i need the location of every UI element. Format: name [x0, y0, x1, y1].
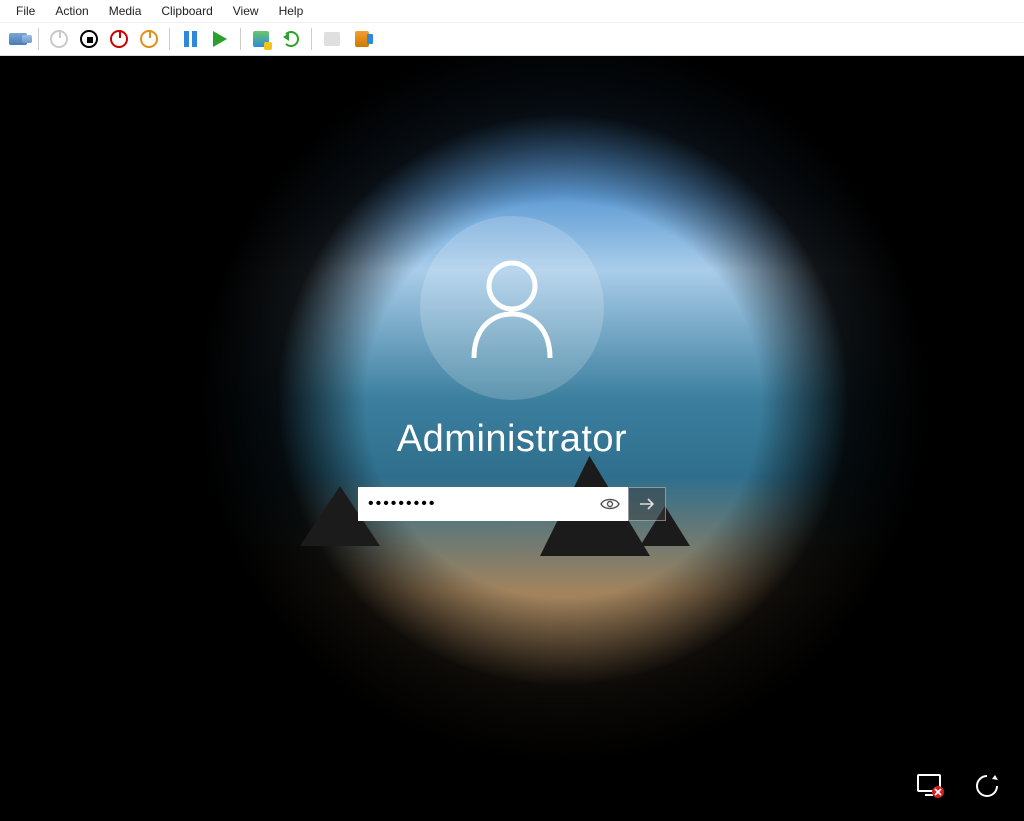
shutdown-button[interactable] [107, 27, 131, 51]
menu-clipboard[interactable]: Clipboard [151, 2, 222, 20]
reveal-password-button[interactable] [598, 492, 622, 516]
menu-media[interactable]: Media [99, 2, 152, 20]
snapshot-icon [253, 31, 269, 47]
toolbar-separator [38, 28, 39, 50]
power-off-icon [50, 30, 68, 48]
arrow-right-icon [637, 494, 657, 514]
ease-of-access-button[interactable] [970, 769, 1004, 803]
toolbar [0, 22, 1024, 56]
enhanced-session-icon [324, 32, 340, 46]
ease-of-access-icon [973, 772, 1001, 800]
ctrlaltdel-icon [9, 33, 27, 45]
login-panel: Administrator [332, 216, 692, 521]
revert-icon [283, 31, 299, 47]
password-row [358, 487, 666, 521]
menu-action[interactable]: Action [45, 2, 98, 20]
menu-help[interactable]: Help [269, 2, 314, 20]
shutdown-icon [110, 30, 128, 48]
revert-button[interactable] [279, 27, 303, 51]
network-status-button[interactable] [914, 769, 948, 803]
start-button [47, 27, 71, 51]
stop-icon [80, 30, 98, 48]
ctrl-alt-del-button[interactable] [6, 27, 30, 51]
pause-button[interactable] [178, 27, 202, 51]
user-avatar [420, 216, 604, 400]
reset-icon [140, 30, 158, 48]
share-button[interactable] [350, 27, 374, 51]
menu-file[interactable]: File [6, 2, 45, 20]
submit-button[interactable] [628, 487, 666, 521]
pause-icon [184, 31, 197, 47]
share-icon [355, 31, 369, 47]
toolbar-separator [240, 28, 241, 50]
resume-button[interactable] [208, 27, 232, 51]
password-input[interactable] [368, 495, 598, 513]
enhanced-session-button [320, 27, 344, 51]
play-icon [213, 31, 227, 47]
checkpoint-button[interactable] [249, 27, 273, 51]
user-icon [464, 258, 560, 358]
toolbar-separator [311, 28, 312, 50]
menu-view[interactable]: View [223, 2, 269, 20]
password-field-wrap[interactable] [358, 487, 628, 521]
network-disconnected-icon [916, 773, 946, 799]
reset-button[interactable] [137, 27, 161, 51]
turnoff-button[interactable] [77, 27, 101, 51]
vm-display[interactable]: Administrator [0, 56, 1024, 821]
toolbar-separator [169, 28, 170, 50]
corner-buttons [914, 769, 1004, 803]
eye-icon [600, 497, 620, 511]
menubar: File Action Media Clipboard View Help [0, 0, 1024, 22]
username-label: Administrator [397, 418, 627, 461]
